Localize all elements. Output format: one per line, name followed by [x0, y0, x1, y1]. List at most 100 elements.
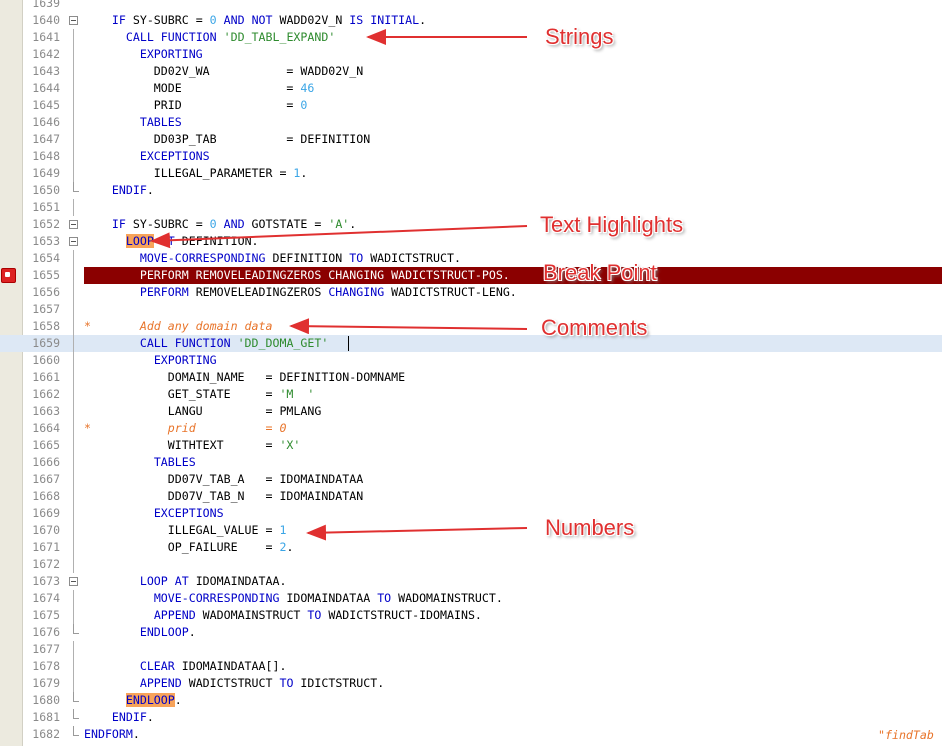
code-line[interactable]: 1681 ENDIF. [0, 709, 942, 726]
code-line[interactable]: 1662 GET_STATE = 'M ' [0, 386, 942, 403]
fold-collapse-icon[interactable] [69, 237, 78, 246]
code-text[interactable]: ENDLOOP. [84, 624, 196, 641]
code-line[interactable]: 1657 [0, 301, 942, 318]
code-line[interactable]: 1680 ENDLOOP. [0, 692, 942, 709]
code-line[interactable]: 1679 APPEND WADICTSTRUCT TO IDICTSTRUCT. [0, 675, 942, 692]
code-text[interactable]: APPEND WADOMAINSTRUCT TO WADICTSTRUCT-ID… [84, 607, 482, 624]
code-text[interactable]: LOOP AT IDOMAINDATAA. [84, 573, 287, 590]
code-text[interactable]: WITHTEXT = 'X' [84, 437, 301, 454]
code-text[interactable]: LANGU = PMLANG [84, 403, 322, 420]
code-line[interactable]: 1661 DOMAIN_NAME = DEFINITION-DOMNAME [0, 369, 942, 386]
code-line[interactable]: 1672 [0, 556, 942, 573]
keyword-token: IF [111, 13, 126, 27]
code-line[interactable]: 1668 DD07V_TAB_N = IDOMAINDATAN [0, 488, 942, 505]
code-line[interactable]: 1646 TABLES [0, 114, 942, 131]
code-text[interactable]: EXPORTING [84, 352, 217, 369]
abap-code-editor[interactable]: 1639 1640 IF SY-SUBRC = 0 AND NOT WADD02V… [0, 0, 942, 746]
code-line[interactable]: 1643 DD02V_WA = WADD02V_N [0, 63, 942, 80]
code-line[interactable]: 1665 WITHTEXT = 'X' [0, 437, 942, 454]
code-line[interactable]: 1659 CALL FUNCTION 'DD_DOMA_GET' [0, 335, 942, 352]
code-text[interactable]: PERFORM REMOVELEADINGZEROS CHANGING WADI… [84, 284, 517, 301]
code-text[interactable]: APPEND WADICTSTRUCT TO IDICTSTRUCT. [84, 675, 384, 692]
code-line[interactable]: 1647 DD03P_TAB = DEFINITION [0, 131, 942, 148]
fold-collapse-icon[interactable] [69, 220, 78, 229]
code-text[interactable]: CALL FUNCTION 'DD_TABL_EXPAND' [84, 29, 335, 46]
code-line[interactable]: 1682 ENDFORM. [0, 726, 942, 743]
code-text[interactable]: GET_STATE = 'M ' [84, 386, 315, 403]
code-line[interactable]: 1651 [0, 199, 942, 216]
code-text[interactable]: ENDIF. [84, 709, 154, 726]
code-text[interactable]: * Add any domain data [84, 318, 272, 335]
code-line[interactable]: 1676 ENDLOOP. [0, 624, 942, 641]
code-text[interactable]: EXCEPTIONS [84, 505, 224, 522]
code-text[interactable]: MOVE-CORRESPONDING IDOMAINDATAA TO WADOM… [84, 590, 503, 607]
code-text[interactable]: DD03P_TAB = DEFINITION [84, 131, 370, 148]
code-text[interactable]: DD02V_WA = WADD02V_N [84, 63, 363, 80]
code-line[interactable]: 1664 * prid = 0 [0, 420, 942, 437]
code-text[interactable]: PERFORM REMOVELEADINGZEROS CHANGING WADI… [84, 267, 510, 284]
code-text[interactable]: TABLES [84, 454, 196, 471]
code-line[interactable]: 1673 LOOP AT IDOMAINDATAA. [0, 573, 942, 590]
keyword-token: PERFORM [139, 285, 189, 299]
code-line[interactable]: 1667 DD07V_TAB_A = IDOMAINDATAA [0, 471, 942, 488]
code-line[interactable]: 1649 ILLEGAL_PARAMETER = 1. [0, 165, 942, 182]
code-text[interactable]: DD07V_TAB_N = IDOMAINDATAN [84, 488, 363, 505]
breakpoint-icon[interactable] [1, 268, 16, 283]
code-line[interactable]: 1641 CALL FUNCTION 'DD_TABL_EXPAND' [0, 29, 942, 46]
code-line[interactable]: 1648 EXCEPTIONS [0, 148, 942, 165]
code-line[interactable]: 1639 [0, 0, 942, 12]
code-text[interactable]: ENDIF. [84, 182, 154, 199]
code-line[interactable]: 1645 PRID = 0 [0, 97, 942, 114]
comments-annotation: Comments [541, 315, 648, 340]
code-text[interactable]: LOOP AT DEFINITION. [84, 233, 259, 250]
code-text[interactable]: IF SY-SUBRC = 0 AND GOTSTATE = 'A'. [84, 216, 356, 233]
code-line[interactable]: 1656 PERFORM REMOVELEADINGZEROS CHANGING… [0, 284, 942, 301]
code-line[interactable]: 1670 ILLEGAL_VALUE = 1 [0, 522, 942, 539]
code-line[interactable]: 1663 LANGU = PMLANG [0, 403, 942, 420]
code-line[interactable]: 1660 EXPORTING [0, 352, 942, 369]
code-line[interactable]: 1642 EXPORTING [0, 46, 942, 63]
line-number: 1640 [32, 13, 60, 27]
code-line[interactable]: 1674 MOVE-CORRESPONDING IDOMAINDATAA TO … [0, 590, 942, 607]
code-text[interactable]: ENDFORM. [84, 726, 140, 743]
fold-guide [73, 420, 74, 437]
line-number: 1679 [32, 676, 60, 690]
code-line[interactable]: 1658 * Add any domain data [0, 318, 942, 335]
code-text[interactable]: EXCEPTIONS [84, 148, 210, 165]
code-line[interactable]: 1671 OP_FAILURE = 2. [0, 539, 942, 556]
code-line[interactable]: 1675 APPEND WADOMAINSTRUCT TO WADICTSTRU… [0, 607, 942, 624]
code-text[interactable]: IF SY-SUBRC = 0 AND NOT WADD02V_N IS INI… [84, 12, 426, 29]
code-line[interactable]: 1666 TABLES [0, 454, 942, 471]
code-line[interactable]: 1650 ENDIF. [0, 182, 942, 199]
code-text[interactable]: CLEAR IDOMAINDATAA[]. [84, 658, 287, 675]
fold-guide [73, 403, 74, 420]
code-text[interactable]: TABLES [84, 114, 182, 131]
code-text[interactable]: DD07V_TAB_A = IDOMAINDATAA [84, 471, 363, 488]
code-line[interactable]: 1669 EXCEPTIONS [0, 505, 942, 522]
code-line[interactable]: 1655 PERFORM REMOVELEADINGZEROS CHANGING… [0, 267, 942, 284]
code-token: WADD02V_N [272, 13, 350, 27]
code-text[interactable]: MODE = 46 [84, 80, 315, 97]
code-line[interactable]: 1652 IF SY-SUBRC = 0 AND GOTSTATE = 'A'. [0, 216, 942, 233]
fold-collapse-icon[interactable] [69, 577, 78, 586]
fold-guide [73, 165, 74, 182]
code-text[interactable]: ILLEGAL_VALUE = 1 [84, 522, 287, 539]
code-line[interactable]: 1678 CLEAR IDOMAINDATAA[]. [0, 658, 942, 675]
code-line[interactable]: 1654 MOVE-CORRESPONDING DEFINITION TO WA… [0, 250, 942, 267]
code-text[interactable]: MOVE-CORRESPONDING DEFINITION TO WADICTS… [84, 250, 461, 267]
code-line[interactable]: 1653 LOOP AT DEFINITION. [0, 233, 942, 250]
code-text[interactable]: DOMAIN_NAME = DEFINITION-DOMNAME [84, 369, 405, 386]
code-text[interactable]: OP_FAILURE = 2. [84, 539, 294, 556]
code-text[interactable]: CALL FUNCTION 'DD_DOMA_GET' [84, 335, 328, 352]
code-text[interactable]: EXPORTING [84, 46, 203, 63]
fold-collapse-icon[interactable] [69, 16, 78, 25]
code-line[interactable]: 1644 MODE = 46 [0, 80, 942, 97]
code-token: DEFINITION. [174, 234, 259, 248]
code-line[interactable]: 1640 IF SY-SUBRC = 0 AND NOT WADD02V_N I… [0, 12, 942, 29]
code-text[interactable]: * prid = 0 [84, 420, 286, 437]
code-line[interactable]: 1677 [0, 641, 942, 658]
code-text[interactable]: ILLEGAL_PARAMETER = 1. [84, 165, 308, 182]
code-text[interactable]: PRID = 0 [84, 97, 308, 114]
code-text[interactable]: ENDLOOP. [84, 692, 182, 709]
